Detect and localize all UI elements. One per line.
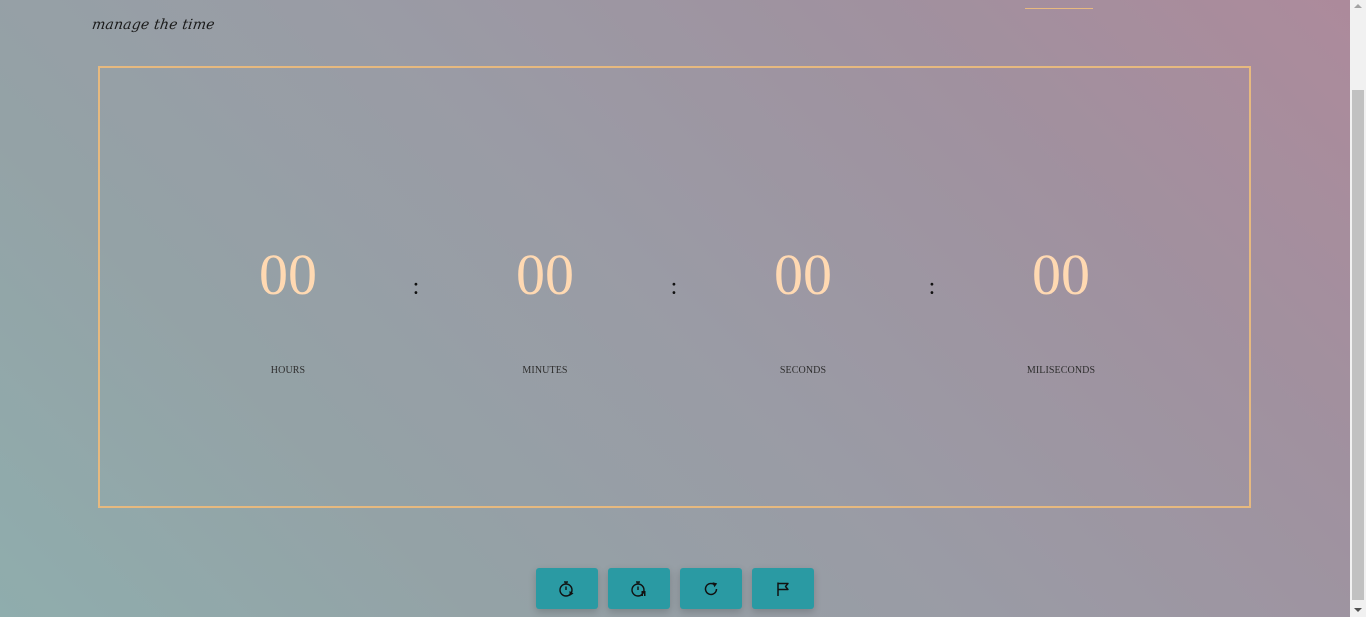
minutes-label: MINUTES [522,365,568,376]
minutes-value: 00 [516,242,574,307]
start-button[interactable] [536,568,598,609]
reset-icon [704,581,718,595]
timer-controls [536,568,814,609]
stopwatch-pause-icon [631,580,646,597]
seconds-label: SECONDS [779,365,827,376]
scroll-down-icon[interactable] [1354,608,1362,612]
seconds-value: 00 [774,242,832,307]
flag-icon [777,582,789,596]
hours-label: HOURS [270,365,306,376]
lap-button[interactable] [752,568,814,609]
separator: : [928,274,936,300]
separator: : [412,274,420,300]
page-scrollbar[interactable] [1350,0,1366,617]
scroll-up-icon[interactable] [1354,4,1362,8]
scrollbar-thumb[interactable] [1352,90,1364,600]
tagline: manage the time [90,17,216,33]
stopwatch-start-icon [559,580,574,597]
nav-active-underline [1025,8,1093,9]
pause-button[interactable] [608,568,670,609]
separator: : [670,274,678,300]
milliseconds-label: MILISECONDS [1026,365,1096,376]
hours-value: 00 [259,242,317,307]
reset-button[interactable] [680,568,742,609]
milliseconds-value: 00 [1032,242,1090,307]
